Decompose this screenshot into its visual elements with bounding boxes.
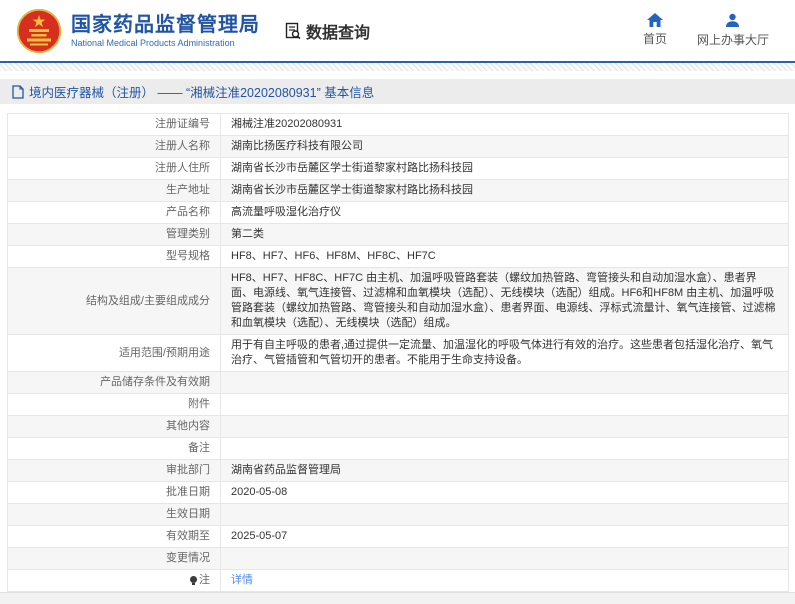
- row-value: HF8、HF7、HF8C、HF7C 由主机、加温呼吸管路套装（螺纹加热管路、弯管…: [220, 267, 789, 335]
- footer-strip: [0, 592, 795, 604]
- data-query-label: 数据查询: [306, 24, 371, 42]
- row-value: 湖南省长沙市岳麓区学士街道黎家村路比扬科技园: [220, 157, 789, 180]
- bulb-icon: [190, 576, 197, 585]
- row-label: 注册人住所: [7, 157, 221, 180]
- row-value: [220, 437, 789, 460]
- row-label: 产品储存条件及有效期: [7, 371, 221, 394]
- row-label: 结构及组成/主要组成成分: [7, 267, 221, 335]
- table-row: 备注: [7, 437, 789, 460]
- row-label: 其他内容: [7, 415, 221, 438]
- table-row: 审批部门 湖南省药品监督管理局: [7, 459, 789, 482]
- spacer: [0, 71, 795, 79]
- row-label: 注: [7, 569, 221, 592]
- row-value: 湖南比扬医疗科技有限公司: [220, 135, 789, 158]
- table-row: 适用范围/预期用途 用于有自主呼吸的患者,通过提供一定流量、加温湿化的呼吸气体进行…: [7, 334, 789, 372]
- info-table-body: 注册证编号 湘械注准20202080931 注册人名称 湖南比扬医疗科技有限公司 注册人…: [7, 113, 789, 592]
- user-icon: [726, 13, 740, 27]
- table-row: 注册人住所 湖南省长沙市岳麓区学士街道黎家村路比扬科技园: [7, 157, 789, 180]
- row-value: 湖南省长沙市岳麓区学士街道黎家村路比扬科技园: [220, 179, 789, 202]
- table-row: 型号规格 HF8、HF7、HF6、HF8M、HF8C、HF7C: [7, 245, 789, 268]
- row-value: [220, 547, 789, 570]
- row-label: 产品名称: [7, 201, 221, 224]
- info-table: 注册证编号 湘械注准20202080931 注册人名称 湖南比扬医疗科技有限公司 注册人…: [7, 113, 789, 592]
- row-label: 管理类别: [7, 223, 221, 246]
- nav-service-hall-label: 网上办事大厅: [696, 33, 769, 47]
- row-value: HF8、HF7、HF6、HF8M、HF8C、HF7C: [220, 245, 789, 268]
- row-label: 备注: [7, 437, 221, 460]
- row-value: 2025-05-07: [220, 525, 789, 548]
- row-label: 变更情况: [7, 547, 221, 570]
- row-value: [220, 393, 789, 416]
- table-row: 结构及组成/主要组成成分 HF8、HF7、HF8C、HF7C 由主机、加温呼吸管路…: [7, 267, 789, 335]
- table-row: 批准日期 2020-05-08: [7, 481, 789, 504]
- row-label: 注册证编号: [7, 113, 221, 136]
- row-value: 高流量呼吸湿化治疗仪: [220, 201, 789, 224]
- breadcrumb: 境内医疗器械（注册） —— “湘械注准20202080931” 基本信息: [0, 79, 795, 104]
- table-row: 变更情况: [7, 547, 789, 570]
- table-row: 产品储存条件及有效期: [7, 371, 789, 394]
- row-value: [220, 415, 789, 438]
- header-right-nav: 首页 网上办事大厅: [643, 13, 781, 48]
- row-label: 生产地址: [7, 179, 221, 202]
- row-value: 用于有自主呼吸的患者,通过提供一定流量、加温湿化的呼吸气体进行有效的治疗。这些患…: [220, 334, 789, 372]
- row-label: 注册人名称: [7, 135, 221, 158]
- table-row: 产品名称 高流量呼吸湿化治疗仪: [7, 201, 789, 224]
- site-title: 国家药品监督管理局: [71, 13, 260, 36]
- nav-data-query[interactable]: 数据查询: [284, 19, 370, 43]
- table-wrap: 注册证编号 湘械注准20202080931 注册人名称 湖南比扬医疗科技有限公司 注册人…: [0, 104, 795, 592]
- logo-text: 国家药品监督管理局 National Medical Products Admi…: [71, 13, 260, 49]
- table-row: 注详情: [7, 569, 789, 592]
- row-label: 审批部门: [7, 459, 221, 482]
- nav-home-label: 首页: [642, 32, 667, 46]
- nav-home[interactable]: 首页: [643, 13, 667, 48]
- table-row: 有效期至 2025-05-07: [7, 525, 789, 548]
- row-label: 适用范围/预期用途: [7, 334, 221, 372]
- table-row: 生产地址 湖南省长沙市岳麓区学士街道黎家村路比扬科技园: [7, 179, 789, 202]
- nav-service-hall[interactable]: 网上办事大厅: [697, 13, 769, 48]
- site-logo[interactable]: 国家药品监督管理局 National Medical Products Admi…: [16, 8, 260, 54]
- home-icon: [646, 13, 663, 27]
- row-label: 有效期至: [7, 525, 221, 548]
- table-row: 附件: [7, 393, 789, 416]
- row-value: [220, 371, 789, 394]
- site-subtitle: National Medical Products Administration: [71, 37, 235, 48]
- row-value: 第二类: [220, 223, 789, 246]
- national-emblem-icon: [16, 8, 62, 53]
- row-value: 湖南省药品监督管理局: [220, 459, 789, 482]
- table-row: 其他内容: [7, 415, 789, 438]
- document-icon: [12, 84, 24, 99]
- row-value: 2020-05-08: [220, 481, 789, 504]
- row-label: 生效日期: [7, 503, 221, 526]
- hatch-strip: [0, 63, 795, 71]
- document-search-icon: [285, 22, 301, 39]
- row-label: 批准日期: [7, 481, 221, 504]
- table-row: 生效日期: [7, 503, 789, 526]
- table-row: 管理类别 第二类: [7, 223, 789, 246]
- row-label: 型号规格: [7, 245, 221, 268]
- row-value: 详情: [220, 569, 789, 592]
- table-row: 注册人名称 湖南比扬医疗科技有限公司: [7, 135, 789, 158]
- row-value: [220, 503, 789, 526]
- row-label: 附件: [7, 393, 221, 416]
- breadcrumb-text: 境内医疗器械（注册） —— “湘械注准20202080931” 基本信息: [29, 86, 375, 100]
- table-row: 注册证编号 湘械注准20202080931: [7, 113, 789, 136]
- row-value: 湘械注准20202080931: [220, 113, 789, 136]
- detail-link[interactable]: 详情: [231, 574, 253, 586]
- site-header: 国家药品监督管理局 National Medical Products Admi…: [0, 0, 795, 61]
